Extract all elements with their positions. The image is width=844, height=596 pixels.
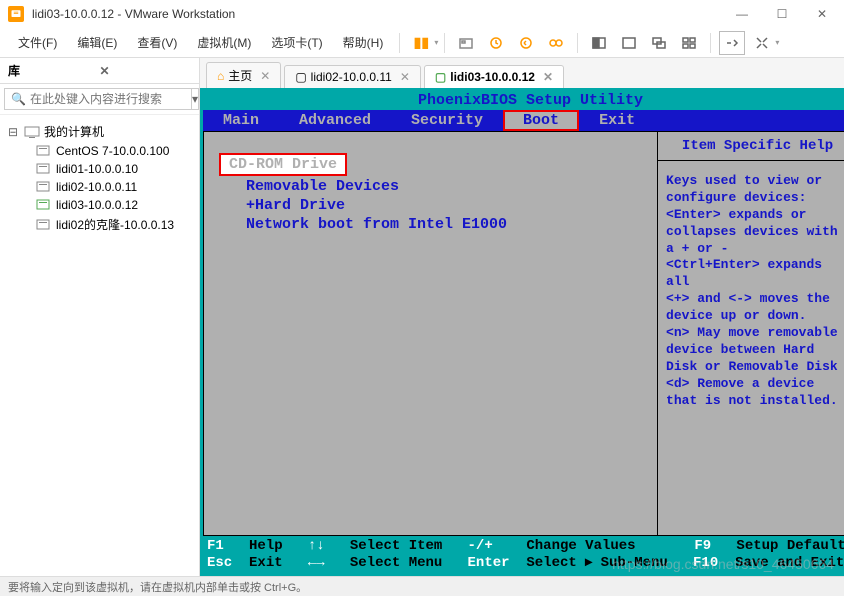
bios-menu-security[interactable]: Security [391, 110, 503, 131]
boot-option-hard[interactable]: +Hard Drive [246, 197, 345, 214]
footer-key: -/+ [468, 538, 493, 554]
tab-home[interactable]: ⌂ 主页 ✕ [206, 62, 281, 88]
tab-label: lidi03-10.0.0.12 [450, 70, 535, 84]
console-view-button[interactable] [646, 31, 672, 55]
menu-tabs[interactable]: 选项卡(T) [261, 30, 332, 55]
vm-icon [36, 144, 52, 158]
snapshot-button[interactable] [483, 31, 509, 55]
vm-icon: ▢ [435, 70, 446, 84]
bios-menu-advanced[interactable]: Advanced [279, 110, 391, 131]
tree-item-label: lidi01-10.0.0.10 [56, 162, 138, 176]
pause-button[interactable]: ▮▮ [408, 31, 434, 55]
tree-item[interactable]: CentOS 7-10.0.0.100 [4, 142, 195, 160]
tab-label: lidi02-10.0.0.11 [311, 70, 392, 84]
footer-key: F1 [207, 538, 224, 554]
tree-root-label: 我的计算机 [44, 123, 104, 140]
tab-vm1[interactable]: ▢ lidi02-10.0.0.11 ✕ [284, 65, 421, 88]
tree-item-label: CentOS 7-10.0.0.100 [56, 144, 169, 158]
bios-menu-exit[interactable]: Exit [579, 110, 655, 131]
thumbnail-button[interactable] [676, 31, 702, 55]
menu-edit[interactable]: 编辑(E) [67, 30, 127, 55]
footer-label: Select Menu [350, 555, 442, 571]
vm-icon [36, 198, 52, 212]
close-tab-icon[interactable]: ✕ [543, 70, 553, 84]
fullscreen-button[interactable] [586, 31, 612, 55]
footer-key: F9 [694, 538, 711, 554]
footer-label: Exit [249, 555, 283, 571]
maximize-button[interactable]: ☐ [768, 4, 796, 24]
stretch-button[interactable] [749, 31, 775, 55]
footer-key: Esc [207, 555, 232, 571]
chevron-down-icon[interactable]: ▾ [434, 38, 438, 47]
tab-vm2[interactable]: ▢ lidi03-10.0.0.12 ✕ [424, 65, 564, 88]
snapshot-prev-button[interactable] [513, 31, 539, 55]
tree-item[interactable]: lidi01-10.0.0.10 [4, 160, 195, 178]
vm-icon [36, 162, 52, 176]
boot-option-network[interactable]: Network boot from Intel E1000 [246, 216, 507, 233]
close-tab-icon[interactable]: ✕ [260, 69, 270, 83]
tree-item-label: lidi03-10.0.0.12 [56, 198, 138, 212]
home-icon: ⌂ [217, 69, 224, 83]
separator [577, 33, 578, 53]
chevron-down-icon[interactable]: ▾ [775, 38, 779, 47]
footer-key: Enter [468, 555, 510, 571]
bios-menu-boot[interactable]: Boot [503, 110, 579, 131]
menu-vm[interactable]: 虚拟机(M) [187, 30, 261, 55]
close-sidebar-button[interactable]: ✕ [100, 64, 192, 78]
vm-icon: ▢ [295, 70, 306, 84]
bios-help-header: Item Specific Help [658, 132, 844, 161]
tree-root[interactable]: ⊟ 我的计算机 [4, 121, 195, 142]
tree-item-label: lidi02的克隆-10.0.0.13 [56, 216, 174, 233]
bios-help-text: Keys used to view or configure devices: … [658, 161, 844, 421]
bios-title: PhoenixBIOS Setup Utility [203, 91, 844, 110]
separator [710, 33, 711, 53]
footer-label: Change Values [526, 538, 635, 554]
footer-key: ←→ [308, 555, 325, 571]
computer-icon [24, 125, 40, 139]
search-icon: 🔍 [11, 92, 26, 106]
tree-item-label: lidi02-10.0.0.11 [56, 180, 137, 194]
search-input[interactable] [30, 92, 185, 106]
vm-icon [36, 218, 52, 232]
boot-option-cdrom[interactable]: CD-ROM Drive [219, 153, 347, 176]
snapshot-manager-button[interactable] [543, 31, 569, 55]
separator [444, 33, 445, 53]
close-tab-icon[interactable]: ✕ [400, 70, 410, 84]
window-title: lidi03-10.0.0.12 - VMware Workstation [32, 7, 728, 21]
tab-label: 主页 [228, 67, 252, 84]
bios-menu-main[interactable]: Main [203, 110, 279, 131]
footer-label: Select Item [350, 538, 442, 554]
menu-view[interactable]: 查看(V) [127, 30, 187, 55]
separator [399, 33, 400, 53]
send-ctrl-alt-del-button[interactable] [453, 31, 479, 55]
search-dropdown[interactable]: ▾ [192, 88, 199, 110]
status-bar: 要将输入定向到该虚拟机，请在虚拟机内部单击或按 Ctrl+G。 [0, 576, 844, 596]
collapse-icon[interactable]: ⊟ [8, 125, 20, 139]
footer-key: ↑↓ [308, 538, 325, 554]
unity-button[interactable] [616, 31, 642, 55]
vm-icon [36, 180, 52, 194]
tree-item[interactable]: lidi02-10.0.0.11 [4, 178, 195, 196]
watermark: https://blog.csdn.net/s10_46450664 [612, 556, 834, 572]
boot-option-removable[interactable]: Removable Devices [246, 178, 399, 195]
tree-item[interactable]: lidi02的克隆-10.0.0.13 [4, 214, 195, 235]
menu-help[interactable]: 帮助(H) [333, 30, 394, 55]
footer-label: Help [249, 538, 283, 554]
close-button[interactable]: ✕ [808, 4, 836, 24]
footer-label: Setup Defaults [736, 538, 844, 554]
app-icon [8, 6, 24, 22]
toolbar-btn-a[interactable] [719, 31, 745, 55]
menu-file[interactable]: 文件(F) [8, 30, 67, 55]
tree-item[interactable]: lidi03-10.0.0.12 [4, 196, 195, 214]
minimize-button[interactable]: — [728, 4, 756, 24]
sidebar-header: 库 [8, 62, 100, 79]
